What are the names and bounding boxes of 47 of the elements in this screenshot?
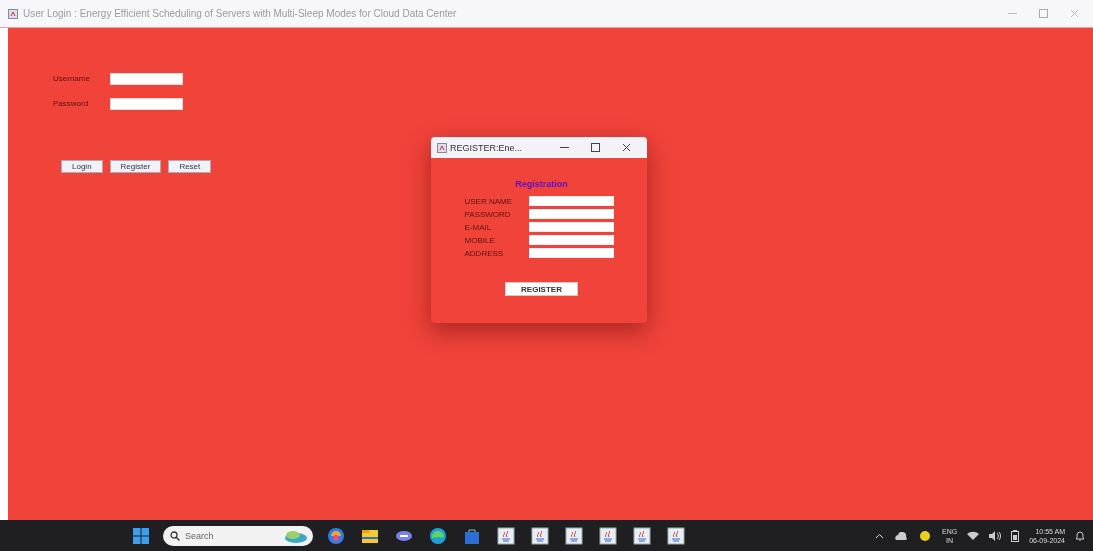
field-label: Username	[53, 74, 91, 83]
field-label: MOBILE	[464, 235, 496, 245]
input-field[interactable]	[528, 209, 614, 219]
chat-app-icon[interactable]	[395, 528, 413, 543]
java-app-icon[interactable]	[565, 526, 583, 545]
java-app-icon[interactable]	[667, 526, 685, 545]
field-label: E-MAIL	[464, 222, 493, 232]
java-app-icon[interactable]	[531, 526, 549, 545]
chevron-up-icon[interactable]	[875, 532, 884, 539]
input-field[interactable]	[110, 97, 183, 110]
input-field[interactable]	[528, 222, 614, 232]
wifi-icon[interactable]	[967, 531, 980, 540]
battery-icon[interactable]	[1011, 529, 1020, 542]
search-icon	[170, 530, 180, 541]
bell-icon[interactable]	[1075, 530, 1085, 541]
minimize-icon[interactable]	[560, 146, 569, 149]
java-app-icon[interactable]	[599, 526, 617, 545]
input-field[interactable]	[528, 248, 614, 258]
window-title: User Login : Energy Efficient Scheduling of Servers with Multi-Sleep Modes for Cloud Data Center	[23, 8, 457, 19]
java-app-icon[interactable]	[497, 526, 515, 545]
input-field[interactable]	[110, 72, 183, 85]
swirl-app-icon[interactable]	[327, 526, 345, 545]
form-button[interactable]: Register	[109, 160, 162, 173]
folder-icon[interactable]	[361, 527, 379, 544]
app-icon	[8, 8, 18, 19]
form-button[interactable]: Login	[61, 160, 103, 173]
weather-icon[interactable]	[918, 528, 932, 543]
field-label: Password	[53, 99, 90, 108]
form-heading: Registration	[515, 179, 568, 189]
field-label: PASSWORD	[464, 209, 512, 219]
field-label: ADDRESS	[464, 248, 505, 258]
input-field[interactable]	[528, 196, 614, 206]
speaker-icon[interactable]	[989, 530, 1002, 541]
browser-icon[interactable]	[429, 526, 447, 545]
close-icon[interactable]	[622, 143, 631, 152]
bag-app-icon[interactable]	[463, 526, 481, 545]
java-app-icon[interactable]	[633, 526, 651, 545]
start-icon[interactable]	[133, 527, 149, 544]
maximize-icon[interactable]	[591, 143, 600, 152]
register-button[interactable]: REGISTER	[505, 282, 578, 296]
search-field[interactable]: Search	[163, 525, 313, 546]
input-field[interactable]	[528, 235, 614, 245]
cloud-icon[interactable]	[894, 531, 908, 540]
form-button[interactable]: Reset	[168, 160, 212, 173]
field-label: USER NAME	[464, 196, 514, 206]
dialog-title: REGISTER:Ene...	[450, 142, 523, 153]
app-icon	[437, 142, 447, 153]
